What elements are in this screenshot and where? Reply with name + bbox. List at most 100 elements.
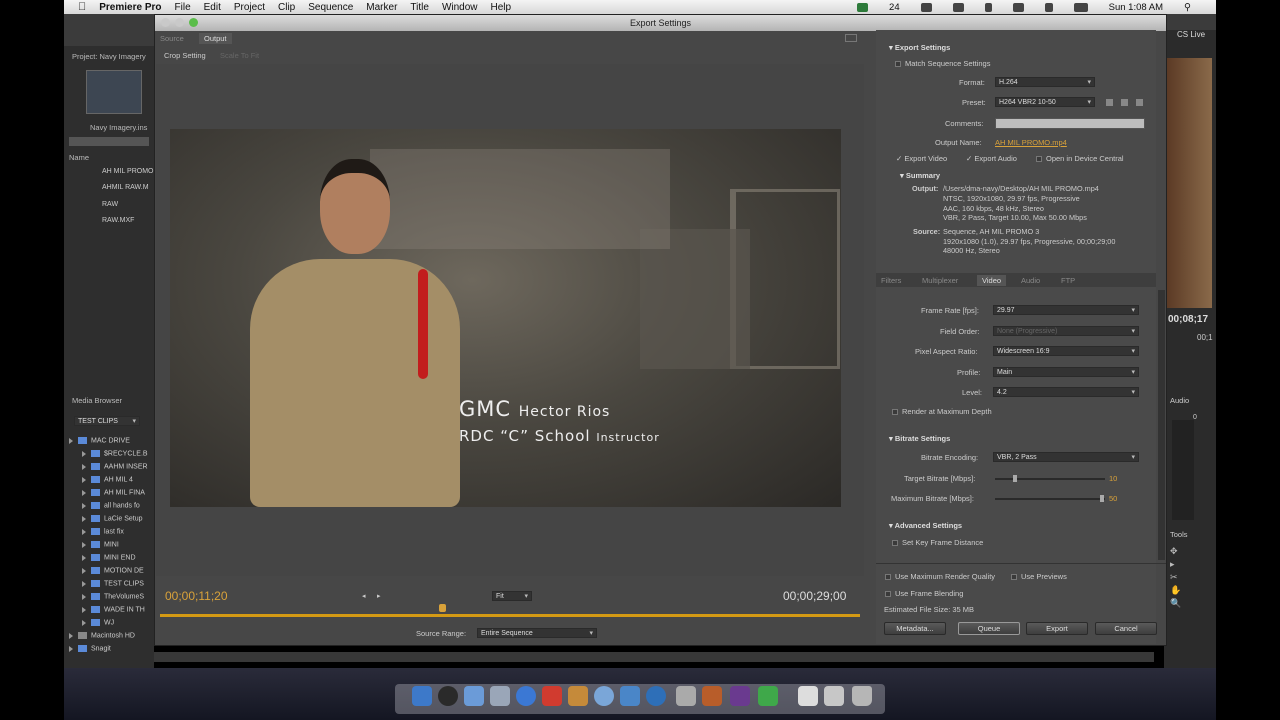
tree-item[interactable]: TEST CLIPS (82, 580, 144, 587)
menu-project[interactable]: Project (234, 2, 265, 13)
downloads-icon[interactable] (824, 686, 844, 706)
tab-source[interactable]: Source (160, 34, 184, 43)
open-device-central-checkbox[interactable]: Open in Device Central (1036, 154, 1124, 163)
tree-item[interactable]: last fix (82, 528, 124, 535)
profile-dropdown[interactable]: Main (993, 367, 1139, 377)
metadata-button[interactable]: Metadata... (884, 622, 946, 635)
photo-booth-icon[interactable] (594, 686, 614, 706)
advanced-settings-header[interactable]: ▾ Advanced Settings (889, 521, 962, 530)
tab-filters[interactable]: Filters (881, 276, 901, 285)
format-dropdown[interactable]: H.264 (995, 77, 1095, 87)
tab-multiplexer[interactable]: Multiplexer (922, 276, 958, 285)
menu-title[interactable]: Title (410, 2, 429, 13)
max-bitrate-slider[interactable] (995, 498, 1105, 500)
summary-header[interactable]: ▾ Summary (900, 171, 940, 180)
tree-item[interactable]: TheVolumeS (82, 593, 144, 600)
export-video-checkbox[interactable]: ✓ Export Video (896, 154, 947, 163)
match-sequence-checkbox[interactable]: Match Sequence Settings (895, 59, 990, 68)
level-dropdown[interactable]: 4.2 (993, 387, 1139, 397)
xcode-icon[interactable] (620, 686, 640, 706)
premiere-pro-icon[interactable] (730, 686, 750, 706)
source-range-dropdown[interactable]: Entire Sequence (477, 628, 597, 638)
spotlight-icon[interactable]: ⚲ (1184, 2, 1191, 13)
tree-item[interactable]: $RECYCLE.B (82, 450, 148, 457)
menu-marker[interactable]: Marker (366, 2, 397, 13)
delete-preset-icon[interactable] (1136, 99, 1143, 106)
key-frame-checkbox[interactable]: Set Key Frame Distance (892, 538, 983, 547)
apple-icon[interactable]:  (78, 1, 86, 13)
project-thumbnail[interactable] (86, 70, 142, 114)
render-max-depth-checkbox[interactable]: Render at Maximum Depth (892, 407, 992, 416)
volume-icon[interactable] (1044, 2, 1053, 12)
project-item[interactable]: RAW.MXF (102, 217, 134, 224)
pixel-aspect-dropdown[interactable]: Widescreen 16:9 (993, 346, 1139, 356)
utilities-icon[interactable] (676, 686, 696, 706)
tools-panel-title[interactable]: Tools (1170, 530, 1188, 539)
mail-icon[interactable] (464, 686, 484, 706)
menu-help[interactable]: Help (491, 2, 512, 13)
dashboard-icon[interactable] (438, 686, 458, 706)
close-window-icon[interactable] (161, 18, 170, 27)
wifi-icon[interactable] (1012, 2, 1024, 12)
menu-app[interactable]: Premiere Pro (99, 2, 161, 13)
safari-icon[interactable] (646, 686, 666, 706)
menu-file[interactable]: File (175, 2, 191, 13)
tab-output[interactable]: Output (199, 33, 232, 44)
tree-item[interactable]: AH MIL FINA (82, 489, 145, 496)
zoom-window-icon[interactable] (189, 18, 198, 27)
status-icon[interactable] (920, 2, 932, 12)
preset-dropdown[interactable]: H264 VBR2 10-50 (995, 97, 1095, 107)
battery-count[interactable]: 24 (889, 2, 900, 13)
iphoto-icon[interactable] (568, 686, 588, 706)
menu-window[interactable]: Window (442, 2, 478, 13)
output-name-link[interactable]: AH MIL PROMO.mp4 (995, 138, 1067, 147)
bluetooth-icon[interactable] (984, 2, 992, 12)
audio-panel-title[interactable]: Audio (1170, 396, 1189, 405)
trash-icon[interactable] (852, 686, 872, 706)
clock[interactable]: Sun 1:08 AM (1109, 2, 1163, 13)
max-bitrate-thumb[interactable] (1100, 495, 1104, 502)
tree-item[interactable]: AH MIL 4 (82, 476, 133, 483)
finder-icon[interactable] (412, 686, 432, 706)
export-audio-checkbox[interactable]: ✓ Export Audio (966, 154, 1017, 163)
media-browser-tab[interactable]: Media Browser (72, 396, 122, 405)
save-preset-icon[interactable] (1106, 99, 1113, 106)
set-out-icon[interactable]: ▸ (377, 592, 381, 600)
tab-audio[interactable]: Audio (1021, 276, 1040, 285)
max-bitrate-value[interactable]: 50 (1109, 494, 1117, 503)
creative-suite-icon[interactable] (857, 2, 869, 12)
frame-blending-checkbox[interactable]: Use Frame Blending (885, 589, 963, 598)
settings-scrollbar[interactable] (1158, 290, 1165, 560)
cs-live-button[interactable]: CS Live (1177, 30, 1205, 39)
field-order-dropdown[interactable]: None (Progressive) (993, 326, 1139, 336)
menu-sequence[interactable]: Sequence (308, 2, 353, 13)
playhead-icon[interactable] (439, 604, 446, 612)
menu-clip[interactable]: Clip (278, 2, 295, 13)
tab-video[interactable]: Video (977, 275, 1007, 286)
tree-item[interactable]: AAHM INSER (82, 463, 148, 470)
media-filter-dropdown[interactable]: TEST CLIPS (74, 416, 140, 426)
target-bitrate-slider[interactable] (995, 478, 1105, 480)
source-range-bar[interactable] (160, 614, 860, 617)
tree-item[interactable]: LaCie Setup (82, 515, 143, 522)
use-previews-checkbox[interactable]: Use Previews (1011, 572, 1067, 581)
display-icon[interactable] (952, 2, 964, 12)
export-button[interactable]: Export (1026, 622, 1088, 635)
timeline-scrollbar[interactable] (154, 652, 1154, 662)
project-search[interactable] (69, 137, 149, 146)
tab-ftp[interactable]: FTP (1061, 276, 1075, 285)
calendar-icon[interactable] (542, 686, 562, 706)
export-settings-header[interactable]: ▾ Export Settings (889, 43, 950, 52)
minimize-window-icon[interactable] (175, 18, 184, 27)
preview-icon[interactable] (490, 686, 510, 706)
project-item[interactable]: RAW (102, 201, 118, 208)
target-bitrate-thumb[interactable] (1013, 475, 1017, 482)
tree-item[interactable]: MINI END (82, 554, 136, 561)
tree-item[interactable]: WJ (82, 619, 114, 626)
set-in-icon[interactable]: ◂ (362, 592, 366, 600)
menu-edit[interactable]: Edit (204, 2, 221, 13)
document-icon[interactable] (798, 686, 818, 706)
import-preset-icon[interactable] (1121, 99, 1128, 106)
game-icon[interactable] (702, 686, 722, 706)
target-bitrate-value[interactable]: 10 (1109, 474, 1117, 483)
